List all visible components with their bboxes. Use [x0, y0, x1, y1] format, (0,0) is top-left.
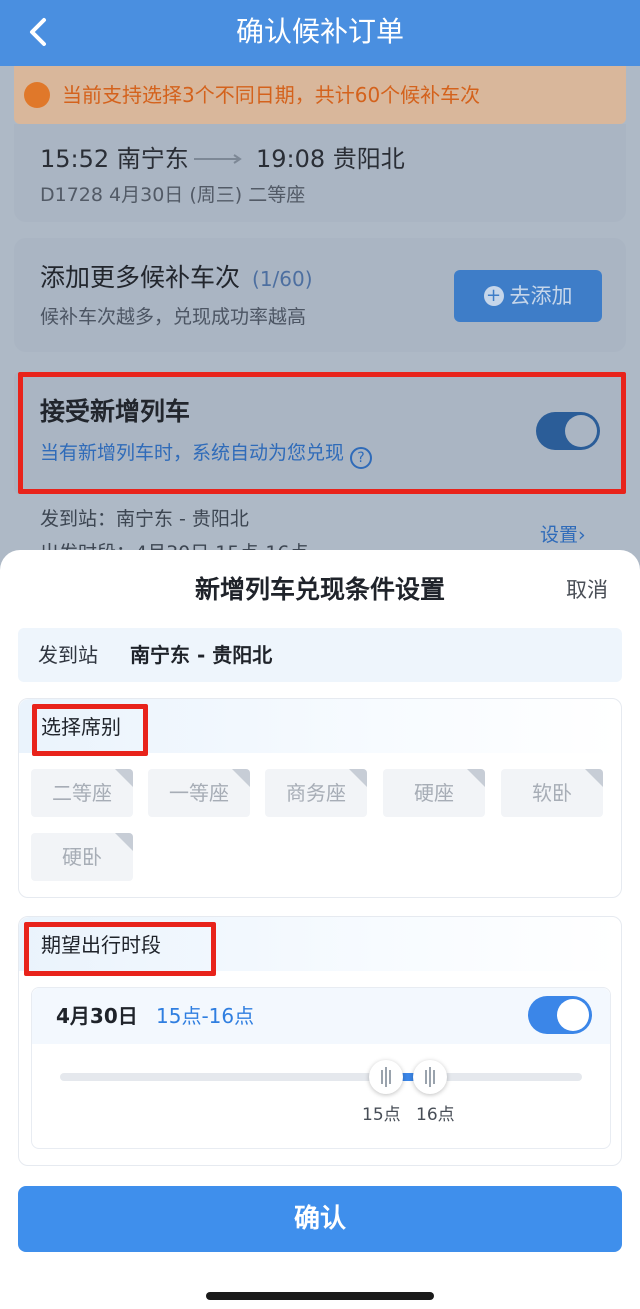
- depart-time-station: 15:52 南宁东: [40, 145, 189, 173]
- add-more-card: 添加更多候补车次 (1/60) 候补车次越多，兑现成功率越高 + 去添加: [14, 238, 626, 352]
- seat-option-soft-sleeper[interactable]: 软卧: [501, 769, 603, 817]
- add-more-title-text: 添加更多候补车次: [40, 263, 241, 292]
- corner-mark-icon: [115, 833, 133, 851]
- seat-option-label: 硬卧: [62, 845, 102, 869]
- add-more-button-label: 去添加: [509, 284, 573, 308]
- notice-banner: 当前支持选择3个不同日期，共计60个候补车次: [14, 66, 626, 124]
- add-more-title: 添加更多候补车次 (1/60): [40, 262, 313, 295]
- slider-end-label: 16点: [416, 1105, 455, 1125]
- grip-icon: [425, 1067, 435, 1087]
- period-date: 4月30日: [56, 1004, 138, 1028]
- sheet-title: 新增列车兑现条件设置: [194, 575, 445, 604]
- trip-meta: D1728 4月30日 (周三) 二等座: [40, 184, 306, 206]
- route-arrow-icon: [194, 154, 242, 164]
- seat-option-hard-sleeper[interactable]: 硬卧: [31, 833, 133, 881]
- corner-mark-icon: [585, 769, 603, 787]
- date-period-header: 4月30日 15点-16点: [32, 988, 610, 1044]
- toggle-knob: [557, 999, 589, 1031]
- plus-icon: +: [483, 286, 504, 306]
- condition-settings-sheet: 新增列车兑现条件设置 取消 发到站 南宁东 - 贵阳北 选择席别 二等座 一等座…: [0, 550, 640, 1309]
- date-period-toggle[interactable]: [528, 996, 592, 1034]
- trip-card: 15:52 南宁东 19:08 贵阳北 D1728 4月30日 (周三) 二等座: [14, 124, 626, 222]
- slider-end-handle[interactable]: [413, 1060, 447, 1094]
- home-indicator: [206, 1292, 434, 1300]
- route-row: 发到站 南宁东 - 贵阳北: [18, 628, 622, 682]
- route-value: 南宁东 - 贵阳北: [130, 643, 273, 667]
- highlight-box-accept: [18, 372, 626, 494]
- slider-start-label: 15点: [362, 1105, 401, 1125]
- add-more-count: (1/60): [252, 267, 313, 291]
- add-more-button[interactable]: + 去添加: [454, 270, 602, 322]
- time-range-slider[interactable]: [60, 1060, 582, 1094]
- highlight-box-period-title: [24, 922, 216, 976]
- route-label: 发到站: [38, 643, 98, 667]
- seat-option-business-class[interactable]: 商务座: [265, 769, 367, 817]
- corner-mark-icon: [115, 769, 133, 787]
- corner-mark-icon: [232, 769, 250, 787]
- add-more-subtitle: 候补车次越多，兑现成功率越高: [40, 306, 307, 328]
- nav-bar: 确认候补订单: [0, 0, 640, 66]
- seat-option-second-class[interactable]: 二等座: [31, 769, 133, 817]
- seat-option-first-class[interactable]: 一等座: [148, 769, 250, 817]
- seat-option-label: 硬座: [414, 781, 454, 805]
- confirm-button[interactable]: 确认: [18, 1186, 622, 1252]
- seat-option-label: 软卧: [532, 781, 572, 805]
- settings-link[interactable]: 设置›: [540, 522, 586, 548]
- slider-start-handle[interactable]: [369, 1060, 403, 1094]
- seat-option-label: 一等座: [169, 781, 229, 805]
- cancel-button[interactable]: 取消: [566, 575, 608, 605]
- grip-icon: [381, 1067, 391, 1087]
- date-period-row: 4月30日 15点-16点 15点 16点: [31, 987, 611, 1149]
- period-range: 15点-16点: [156, 1004, 255, 1028]
- megaphone-icon: [24, 82, 50, 108]
- seat-option-label: 二等座: [52, 781, 112, 805]
- corner-mark-icon: [467, 769, 485, 787]
- seat-option-hard-seat[interactable]: 硬座: [383, 769, 485, 817]
- highlight-box-seat-title: [32, 704, 148, 756]
- arrive-time-station: 19:08 贵阳北: [256, 145, 405, 173]
- corner-mark-icon: [349, 769, 367, 787]
- notice-text: 当前支持选择3个不同日期，共计60个候补车次: [62, 83, 481, 107]
- page-title: 确认候补订单: [235, 15, 404, 48]
- seat-option-label: 商务座: [286, 781, 346, 805]
- background-stations: 发到站：南宁东 - 贵阳北: [40, 508, 249, 530]
